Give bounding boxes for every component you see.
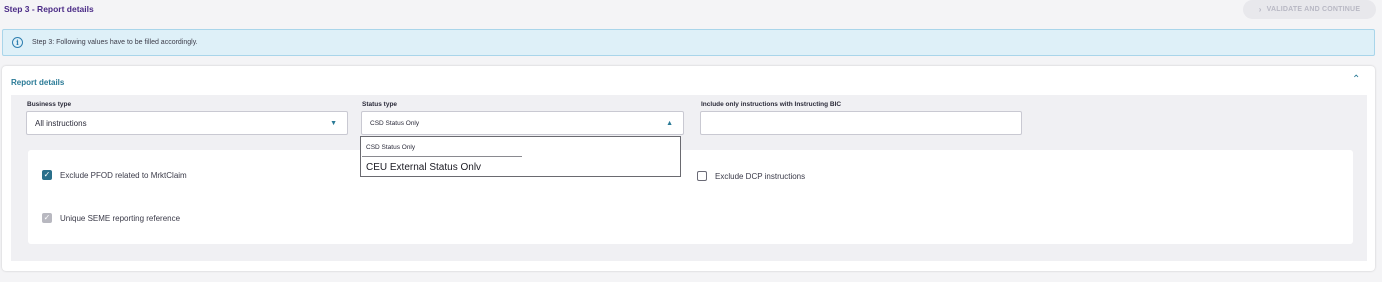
- info-icon: i: [12, 37, 23, 48]
- business-type-value: All instructions: [35, 118, 87, 128]
- validate-and-continue-button[interactable]: › VALIDATE AND CONTINUE: [1243, 0, 1376, 19]
- caret-down-icon: ▼: [330, 119, 337, 127]
- report-details-card: Report details ⌃ Business type All instr…: [2, 66, 1375, 271]
- dropdown-option[interactable]: CEU External Status Onlv: [361, 158, 680, 176]
- dropdown-divider: [362, 156, 522, 157]
- status-type-label: Status type: [362, 101, 398, 108]
- page-title: Step 3 - Report details: [4, 4, 94, 14]
- status-type-select[interactable]: CSD Status Only ▲: [361, 111, 684, 135]
- status-type-dropdown: CSD Status Only CEU External Status Onlv: [360, 136, 681, 177]
- validate-button-label: VALIDATE AND CONTINUE: [1266, 6, 1361, 13]
- unique-seme-checkbox: ✓: [42, 213, 52, 223]
- exclude-dcp-option[interactable]: Exclude DCP instructions: [697, 171, 805, 181]
- exclude-pfod-label: Exclude PFOD related to MrktClaim: [60, 170, 187, 180]
- unique-seme-option: ✓ Unique SEME reporting reference: [42, 213, 180, 223]
- info-banner: i Step 3: Following values have to be fi…: [2, 29, 1375, 56]
- options-panel: ✓ Exclude PFOD related to MrktClaim ✓ Un…: [28, 150, 1353, 244]
- chevron-up-icon[interactable]: ⌃: [1352, 74, 1360, 85]
- exclude-pfod-option[interactable]: ✓ Exclude PFOD related to MrktClaim: [42, 170, 187, 180]
- status-type-value: CSD Status Only: [370, 119, 420, 127]
- card-body: Business type All instructions ▼ Status …: [11, 95, 1367, 261]
- info-banner-text: Step 3: Following values have to be fill…: [32, 39, 198, 46]
- instructing-bic-input[interactable]: [700, 111, 1022, 135]
- caret-up-icon: ▲: [666, 119, 673, 127]
- instructing-bic-label: Include only instructions with Instructi…: [701, 101, 842, 108]
- exclude-dcp-label: Exclude DCP instructions: [715, 171, 806, 181]
- exclude-dcp-checkbox[interactable]: [697, 171, 707, 181]
- dropdown-option[interactable]: CSD Status Only: [361, 137, 680, 157]
- unique-seme-label: Unique SEME reporting reference: [60, 213, 181, 223]
- business-type-label: Business type: [27, 101, 72, 108]
- card-title: Report details: [11, 78, 65, 87]
- exclude-pfod-checkbox[interactable]: ✓: [42, 170, 52, 180]
- business-type-select[interactable]: All instructions ▼: [26, 111, 348, 135]
- chevron-right-icon: ›: [1258, 5, 1262, 14]
